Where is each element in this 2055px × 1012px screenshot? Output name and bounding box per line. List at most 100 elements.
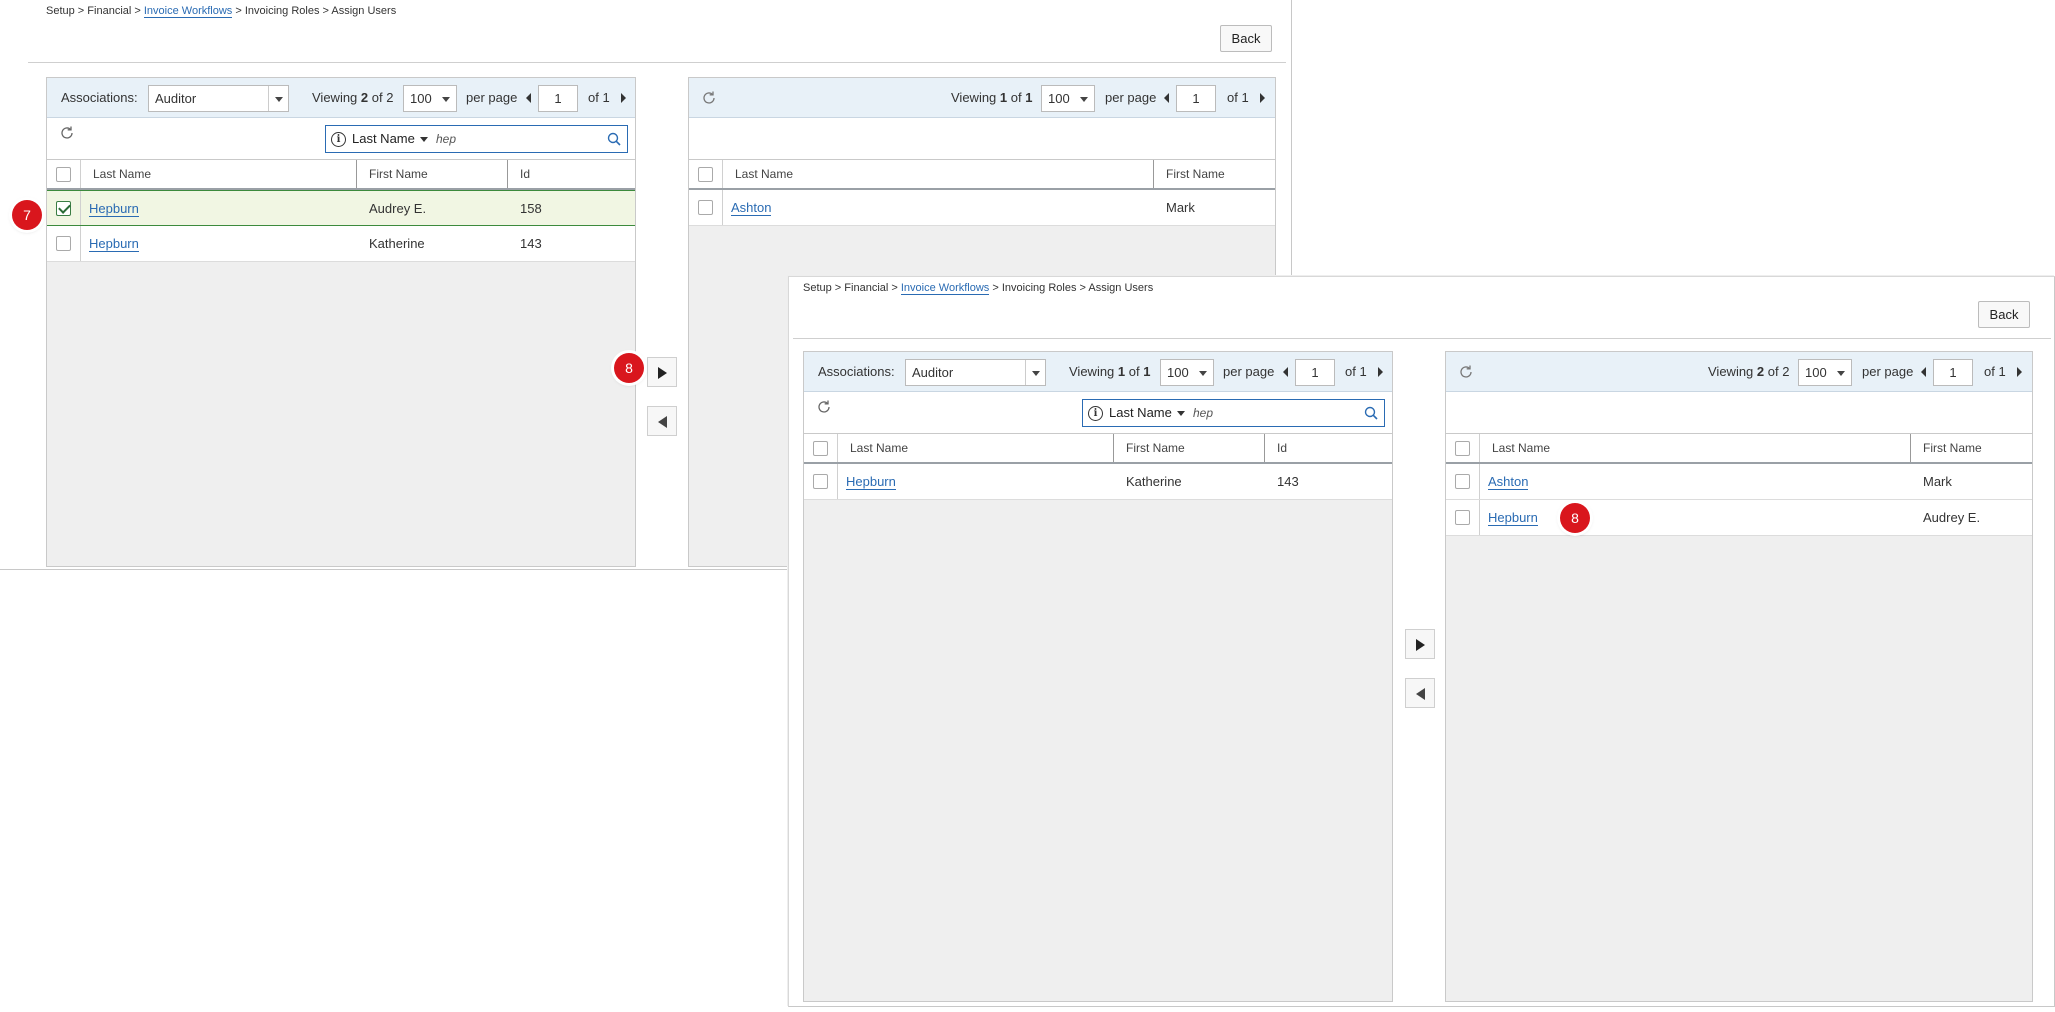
assigned-columns-header: Last Name First Name [1446,434,2032,464]
chevron-down-icon [268,86,288,111]
search-box[interactable]: i Last Name [1082,399,1385,427]
row-checkbox-cell [47,226,81,261]
breadcrumb-invoice-workflows[interactable]: Invoice Workflows [900,282,990,295]
first-name-cell: Mark [1166,200,1195,215]
breadcrumb-financial[interactable]: Financial [844,282,888,294]
user-link[interactable]: Hepburn [1488,510,1538,526]
column-last-name[interactable]: Last Name [838,434,1114,462]
user-link[interactable]: Ashton [731,200,772,216]
move-left-button[interactable] [647,406,677,436]
back-button[interactable]: Back [1978,301,2030,328]
refresh-icon[interactable] [701,90,717,106]
viewing-text: Viewing 1 of 1 [951,90,1033,105]
breadcrumb-invoicing-roles[interactable]: Invoicing Roles [245,5,320,17]
row-checkbox-cell [804,464,838,499]
move-left-button[interactable] [1405,678,1435,708]
row-checkbox[interactable] [56,236,71,251]
search-input[interactable] [436,132,586,146]
per-page-select[interactable]: 100 [1041,85,1095,112]
next-page-icon[interactable] [621,93,626,103]
associations-select[interactable]: Auditor [148,85,289,112]
select-all-cell [47,160,81,188]
page-input[interactable]: 1 [538,85,578,112]
per-page-select[interactable]: 100 [1160,359,1214,386]
move-right-button[interactable] [1405,629,1435,659]
search-icon[interactable] [607,132,621,146]
viewing-text: Viewing 1 of 1 [1069,364,1151,379]
id-cell: 143 [1277,474,1299,489]
breadcrumb-financial[interactable]: Financial [87,5,131,17]
last-name-cell: Hepburn [838,474,1114,490]
user-link[interactable]: Hepburn [89,200,139,217]
table-row[interactable]: Hepburn Audrey E. [1446,500,2032,536]
associations-select[interactable]: Auditor [905,359,1046,386]
info-icon[interactable]: i [1088,406,1103,421]
table-row[interactable]: Ashton Mark [689,190,1275,226]
select-all-cell [689,160,723,188]
table-row[interactable]: Ashton Mark [1446,464,2032,500]
page-input[interactable]: 1 [1295,359,1335,386]
column-last-name[interactable]: Last Name [81,160,357,188]
user-link[interactable]: Hepburn [846,474,896,490]
table-row[interactable]: Hepburn Audrey E. 158 [47,190,635,226]
search-field-select[interactable]: Last Name [352,131,428,146]
column-first-name[interactable]: First Name [1911,434,2032,462]
info-icon[interactable]: i [331,132,346,147]
screenshot-step-2: Setup > Financial > Invoice Workflows > … [788,276,2055,1007]
breadcrumb-setup[interactable]: Setup [803,282,832,294]
per-page-select[interactable]: 100 [1798,359,1852,386]
back-button[interactable]: Back [1220,25,1272,52]
assigned-panel-toolbar [689,118,1275,160]
prev-page-icon[interactable] [1921,367,1926,377]
select-all-checkbox[interactable] [813,440,828,456]
chevron-down-icon [1193,360,1213,385]
row-checkbox[interactable] [1455,474,1470,489]
user-link[interactable]: Hepburn [89,236,139,252]
next-page-icon[interactable] [1378,367,1383,377]
select-all-checkbox[interactable] [56,166,71,182]
breadcrumb-invoice-workflows[interactable]: Invoice Workflows [143,5,233,18]
page-input[interactable]: 1 [1176,85,1216,112]
search-field-select[interactable]: Last Name [1109,405,1185,420]
column-first-name[interactable]: First Name [357,160,508,188]
prev-page-icon[interactable] [1164,93,1169,103]
user-link[interactable]: Ashton [1488,474,1529,490]
refresh-icon[interactable] [1458,364,1474,380]
select-all-checkbox[interactable] [1455,440,1470,456]
refresh-icon[interactable] [816,399,832,415]
table-row[interactable]: Hepburn Katherine 143 [804,464,1392,500]
search-icon[interactable] [1364,406,1378,420]
row-checkbox[interactable] [56,200,71,216]
search-input[interactable] [1193,406,1343,420]
move-right-button[interactable] [647,357,677,387]
column-first-name[interactable]: First Name [1114,434,1265,462]
first-name-cell: Katherine [369,236,425,251]
column-last-name[interactable]: Last Name [723,160,1154,188]
breadcrumb-invoicing-roles[interactable]: Invoicing Roles [1002,282,1077,294]
page-input[interactable]: 1 [1933,359,1973,386]
table-row[interactable]: Hepburn Katherine 143 [47,226,635,262]
row-checkbox[interactable] [698,200,713,215]
per-page-label: per page [1862,364,1914,379]
last-name-cell: Hepburn [81,200,357,217]
prev-page-icon[interactable] [1283,367,1288,377]
column-first-name[interactable]: First Name [1154,160,1275,188]
column-id[interactable]: Id [1265,434,1392,462]
column-last-name[interactable]: Last Name [1480,434,1911,462]
next-page-icon[interactable] [1260,93,1265,103]
row-checkbox[interactable] [1455,510,1470,525]
next-page-icon[interactable] [2017,367,2022,377]
select-all-checkbox[interactable] [698,166,713,182]
per-page-select[interactable]: 100 [403,85,457,112]
row-checkbox[interactable] [813,474,828,489]
refresh-icon[interactable] [59,125,75,141]
search-box[interactable]: i Last Name [325,125,628,153]
assigned-users-panel: Viewing 2 of 2 100 per page 1 of 1 Last … [1445,351,2033,1002]
breadcrumb-separator: > [831,282,845,294]
prev-page-icon[interactable] [526,93,531,103]
breadcrumb-setup[interactable]: Setup [46,5,75,17]
per-page-label: per page [1223,364,1275,379]
row-checkbox-cell [689,190,723,225]
available-panel-toolbar: i Last Name [804,392,1392,434]
column-id[interactable]: Id [508,160,635,188]
